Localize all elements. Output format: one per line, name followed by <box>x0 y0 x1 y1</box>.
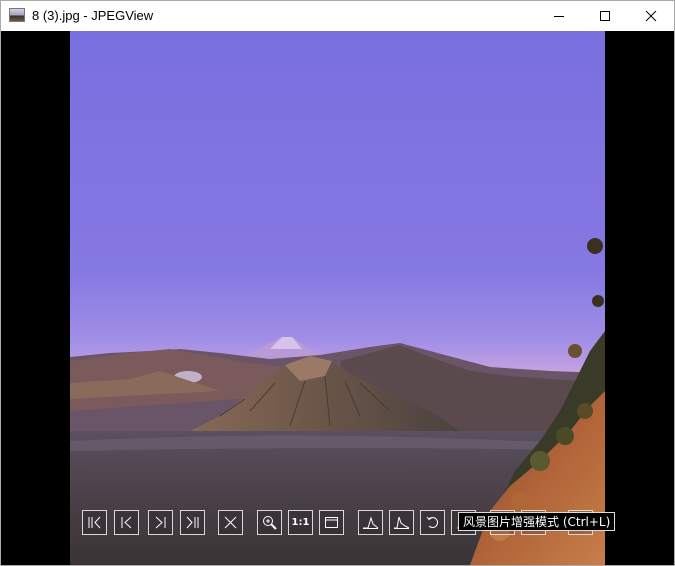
window-icon <box>325 517 338 528</box>
histogram-button[interactable] <box>358 510 383 535</box>
previous-image-button[interactable] <box>114 510 139 535</box>
image-viewport[interactable]: 1:1 i <box>1 31 674 565</box>
next-image-button[interactable] <box>148 510 173 535</box>
app-window: 8 (3).jpg - JPEGView 1:1 风景图片增强模式 (Ctrl+… <box>0 0 675 566</box>
mountain-landscape-photo <box>70 31 605 565</box>
histogram-alt-button[interactable] <box>389 510 414 535</box>
minimize-icon <box>554 16 564 17</box>
skip-last-icon <box>186 516 199 529</box>
app-icon <box>9 8 25 22</box>
skip-first-icon <box>88 516 101 529</box>
delete-button[interactable] <box>218 510 243 535</box>
actual-size-label: 1:1 <box>291 517 310 528</box>
next-icon <box>155 516 166 529</box>
histogram-icon <box>363 516 379 529</box>
minimize-button[interactable] <box>536 1 582 31</box>
maximize-button[interactable] <box>582 1 628 31</box>
tooltip: 风景图片增强模式 (Ctrl+L) <box>458 512 616 531</box>
title-bar[interactable]: 8 (3).jpg - JPEGView <box>1 1 674 31</box>
close-x-icon <box>224 516 237 529</box>
previous-icon <box>121 516 132 529</box>
close-button[interactable] <box>628 1 674 31</box>
maximize-icon <box>600 11 610 21</box>
fit-window-button[interactable] <box>319 510 344 535</box>
last-image-button[interactable] <box>180 510 205 535</box>
zoom-in-icon <box>263 516 277 530</box>
actual-size-button[interactable]: 1:1 <box>288 510 313 535</box>
first-image-button[interactable] <box>82 510 107 535</box>
rotate-icon <box>426 516 438 528</box>
rotate-button[interactable] <box>420 510 445 535</box>
window-title: 8 (3).jpg - JPEGView <box>32 8 154 23</box>
histogram-icon <box>394 516 410 529</box>
zoom-button[interactable] <box>257 510 282 535</box>
close-icon <box>645 10 657 22</box>
